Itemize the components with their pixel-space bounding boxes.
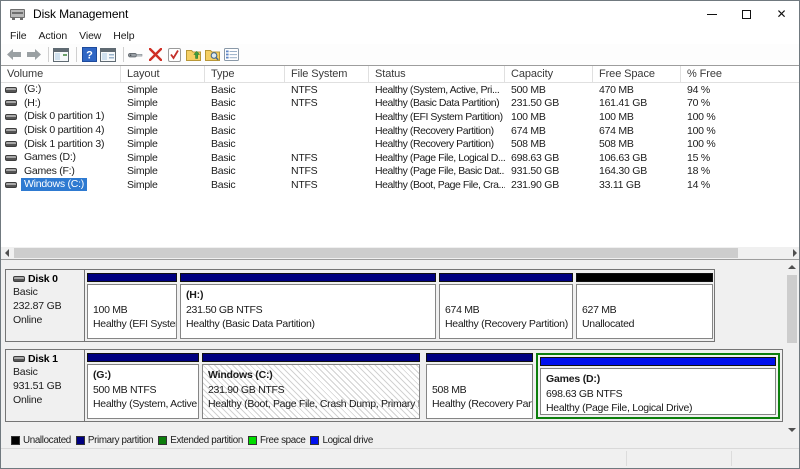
menu-bar: File Action View Help — [1, 27, 799, 44]
console-window-icon[interactable] — [53, 47, 69, 63]
status-bar — [1, 448, 799, 468]
column-header-volume[interactable]: Volume — [1, 66, 121, 82]
scroll-right-icon[interactable] — [789, 247, 799, 259]
column-header-status[interactable]: Status — [369, 66, 505, 82]
volume-icon — [5, 113, 17, 120]
list-rows: (G:) Simple Basic NTFS Healthy (System, … — [1, 83, 799, 192]
legend-swatch-free — [247, 435, 257, 445]
scroll-left-icon[interactable] — [1, 247, 13, 259]
partition-g[interactable]: (G:) 500 MB NTFS Healthy (System, Active… — [87, 353, 199, 419]
column-header-type[interactable]: Type — [205, 66, 285, 82]
partition-type-bar — [180, 273, 436, 282]
partition-type-bar — [426, 353, 533, 362]
disk-0-block: Disk 0 Basic 232.87 GB Online 100 MB Hea… — [5, 269, 715, 342]
volume-icon — [5, 100, 17, 107]
partition-unallocated[interactable]: 627 MB Unallocated — [576, 273, 713, 339]
menu-view[interactable]: View — [73, 30, 107, 42]
volume-list: Volume Layout Type File System Status Ca… — [1, 65, 799, 259]
svg-text:?: ? — [86, 50, 93, 62]
extended-partition-frame[interactable]: Games (D:) 698.63 GB NTFS Healthy (Page … — [536, 353, 780, 419]
vertical-scrollbar[interactable] — [786, 261, 798, 436]
partition-type-bar — [87, 353, 199, 362]
legend-swatch-logical — [310, 435, 320, 445]
volume-icon — [5, 168, 17, 175]
disk-1-label[interactable]: Disk 1 Basic 931.51 GB Online — [6, 350, 85, 421]
table-row-games-d[interactable]: Games (D:) Simple Basic NTFS Healthy (Pa… — [1, 151, 799, 165]
volume-icon — [5, 86, 17, 93]
maximize-button[interactable] — [729, 1, 764, 27]
forward-arrow-icon[interactable] — [25, 47, 41, 63]
partition-type-bar — [540, 357, 776, 366]
vscroll-thumb[interactable] — [787, 275, 797, 343]
title-bar: Disk Management ✕ — [1, 1, 799, 27]
table-row-h[interactable]: (H:) Simple Basic NTFS Healthy (Basic Da… — [1, 97, 799, 111]
legend-swatch-primary — [75, 435, 85, 445]
scroll-up-icon[interactable] — [786, 261, 798, 273]
scroll-down-icon[interactable] — [786, 424, 798, 436]
partition-windows-c[interactable]: Windows (C:) 231.90 GB NTFS Healthy (Boo… — [202, 353, 420, 419]
console-tree-icon[interactable] — [100, 47, 116, 63]
disk-graphical-pane: Disk 0 Basic 232.87 GB Online 100 MB Hea… — [1, 259, 799, 449]
folder-find-icon[interactable] — [204, 47, 220, 63]
column-header-layout[interactable]: Layout — [121, 66, 205, 82]
table-row-disk0-part4[interactable]: (Disk 0 partition 4) Simple Basic Health… — [1, 124, 799, 138]
disk-icon — [13, 356, 25, 362]
volume-icon — [5, 127, 17, 134]
legend-unallocated: Unallocated — [11, 435, 71, 446]
volume-icon — [5, 181, 17, 188]
properties-list-icon[interactable] — [223, 47, 239, 63]
column-header-file-system[interactable]: File System — [285, 66, 369, 82]
table-row-disk1-part3[interactable]: (Disk 1 partition 3) Simple Basic Health… — [1, 137, 799, 151]
volume-icon — [5, 141, 17, 148]
partition-type-bar — [87, 273, 177, 282]
partition-recovery-508[interactable]: 508 MB Healthy (Recovery Partit — [426, 353, 533, 419]
disk-icon — [13, 276, 25, 282]
column-header-free-space[interactable]: Free Space — [593, 66, 681, 82]
table-row-games-f[interactable]: Games (F:) Simple Basic NTFS Healthy (Pa… — [1, 165, 799, 179]
app-icon — [10, 8, 25, 21]
close-button[interactable]: ✕ — [764, 1, 799, 27]
disk-1-block: Disk 1 Basic 931.51 GB Online (G:) 500 M… — [5, 349, 783, 422]
horizontal-scrollbar[interactable] — [1, 247, 799, 259]
legend-free-space: Free space — [247, 435, 306, 446]
help-icon[interactable]: ? — [81, 47, 97, 63]
table-row-disk0-part1[interactable]: (Disk 0 partition 1) Simple Basic Health… — [1, 110, 799, 124]
toolbar: ? — [1, 44, 799, 65]
column-header-pct-free[interactable]: % Free — [681, 66, 799, 82]
legend-swatch-unallocated — [11, 435, 20, 445]
table-row-g[interactable]: (G:) Simple Basic NTFS Healthy (System, … — [1, 83, 799, 97]
partition-type-bar — [576, 273, 713, 282]
partition-recovery-674[interactable]: 674 MB Healthy (Recovery Partition) — [439, 273, 573, 339]
table-row-windows-c[interactable]: Windows (C:) Simple Basic NTFS Healthy (… — [1, 178, 799, 192]
disk-management-window: Disk Management ✕ File Action View Help … — [0, 0, 800, 469]
minimize-icon — [706, 13, 717, 15]
minimize-button[interactable] — [694, 1, 729, 27]
delete-icon[interactable] — [147, 47, 163, 63]
legend: Unallocated Primary partition Extended p… — [11, 432, 378, 448]
legend-extended-partition: Extended partition — [158, 435, 243, 446]
menu-action[interactable]: Action — [33, 30, 74, 42]
volume-icon — [5, 154, 17, 161]
folder-export-icon[interactable] — [185, 47, 201, 63]
column-header-capacity[interactable]: Capacity — [505, 66, 593, 82]
partition-type-bar — [202, 353, 420, 362]
hscroll-thumb[interactable] — [14, 248, 738, 258]
legend-swatch-extended — [158, 435, 168, 445]
partition-type-bar — [439, 273, 573, 282]
menu-file[interactable]: File — [10, 30, 33, 42]
maximize-icon — [742, 9, 751, 19]
disk-tool-icon[interactable] — [128, 47, 144, 63]
window-title: Disk Management — [33, 7, 129, 21]
back-arrow-icon[interactable] — [6, 47, 22, 63]
partition-h[interactable]: (H:) 231.50 GB NTFS Healthy (Basic Data … — [180, 273, 436, 339]
legend-primary-partition: Primary partition — [75, 435, 154, 446]
list-header: Volume Layout Type File System Status Ca… — [1, 66, 799, 83]
menu-help[interactable]: Help — [107, 30, 140, 42]
legend-logical-drive: Logical drive — [310, 435, 373, 446]
partition-efi[interactable]: 100 MB Healthy (EFI System — [87, 273, 177, 339]
close-icon: ✕ — [776, 7, 787, 21]
check-document-icon[interactable] — [166, 47, 182, 63]
disk-0-label[interactable]: Disk 0 Basic 232.87 GB Online — [6, 270, 85, 341]
